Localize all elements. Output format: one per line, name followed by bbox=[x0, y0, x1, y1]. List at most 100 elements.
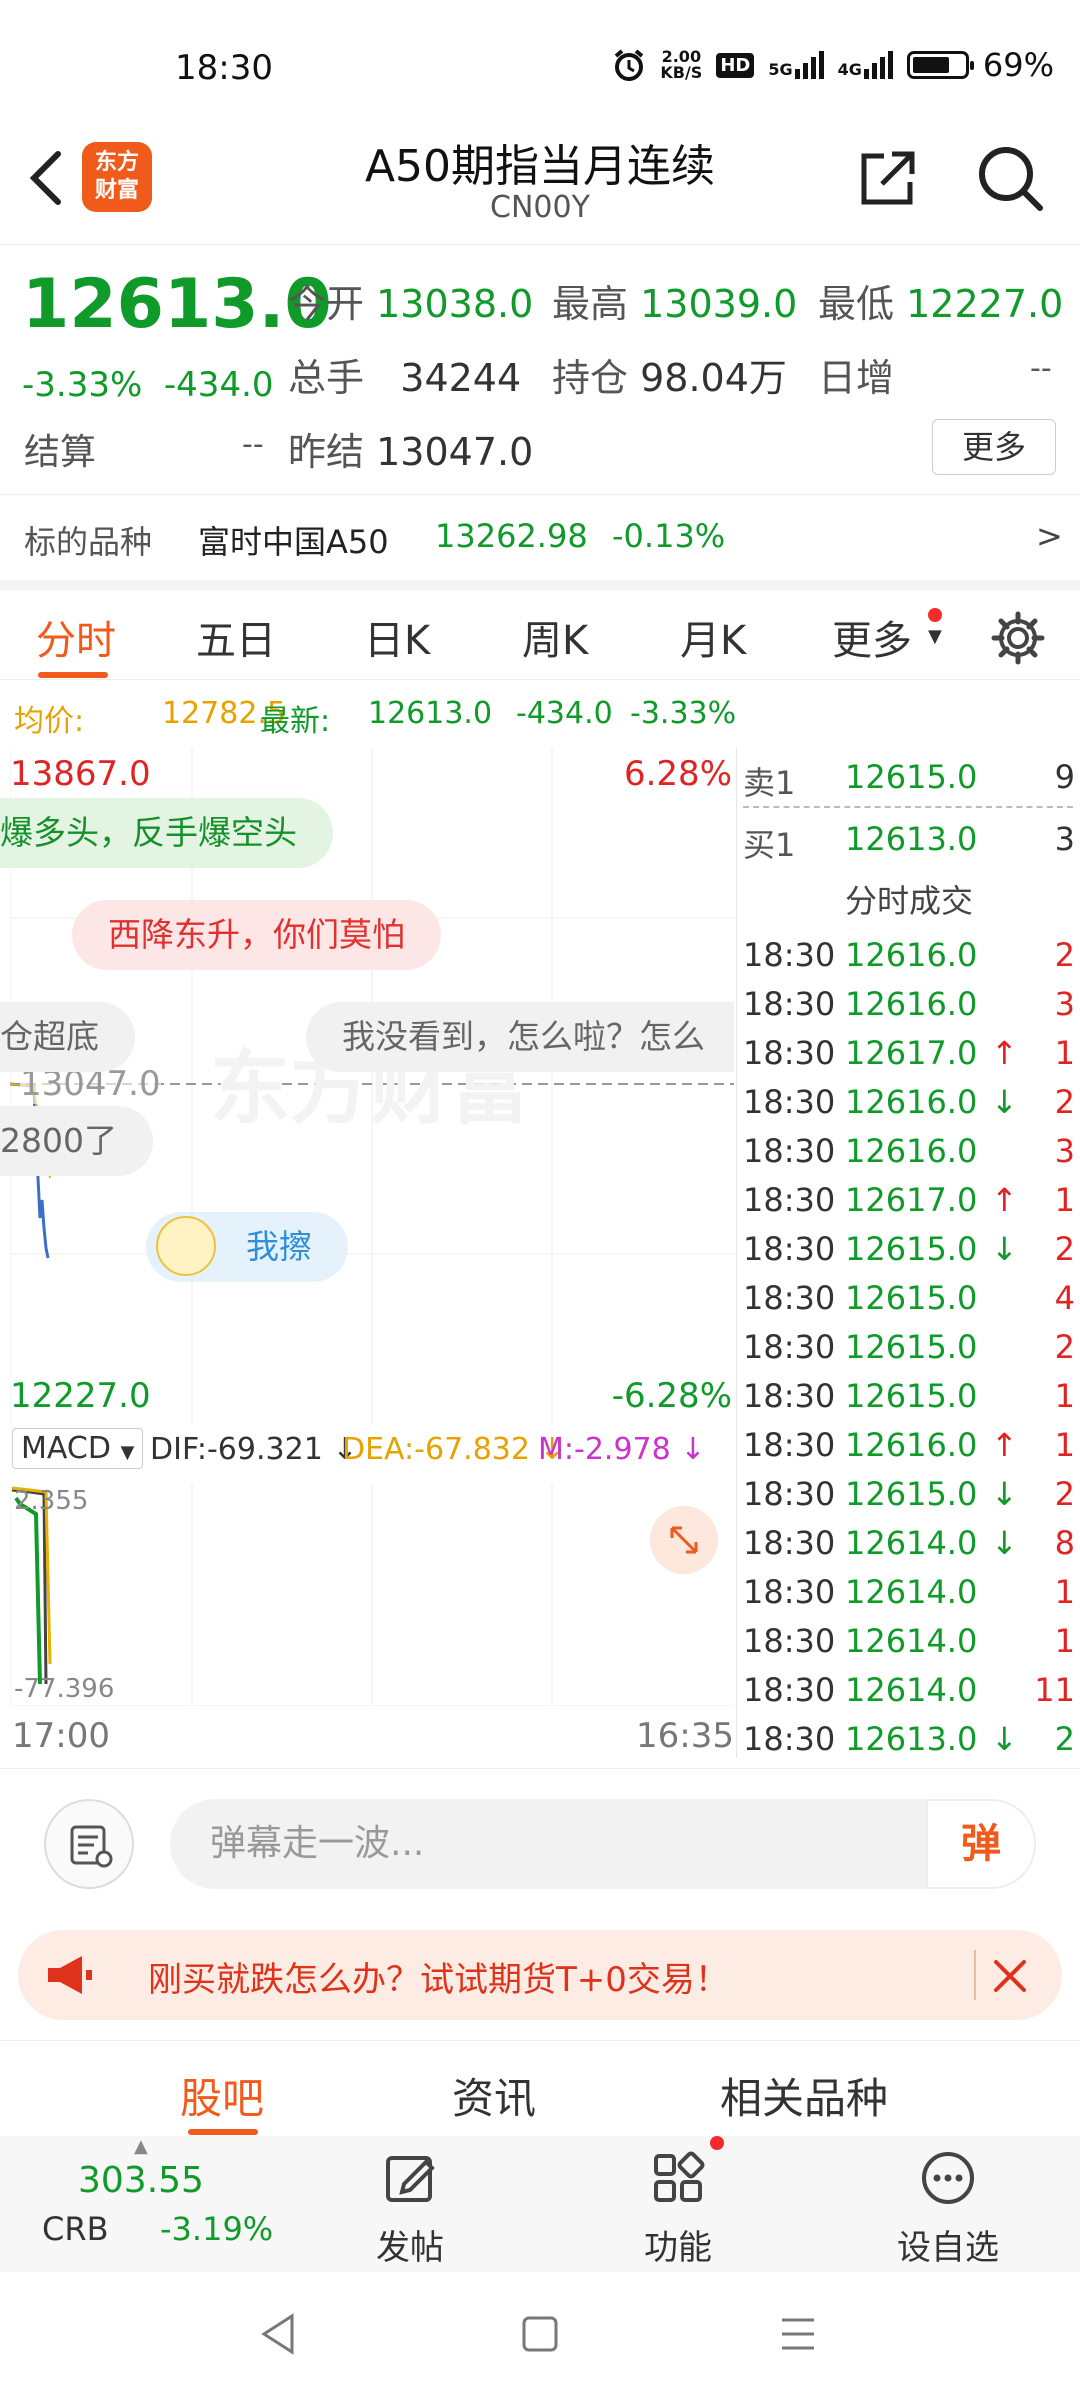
macd-bar: MACD ▼ DIF:-69.321 ↓ DEA:-67.832 ↓ M:-2.… bbox=[10, 1424, 734, 1482]
time-axis-end: 16:35 bbox=[636, 1716, 734, 1756]
header: 东方 财富 A50期指当月连续 CN00Y bbox=[0, 130, 1080, 242]
bottom-tab-underline bbox=[188, 2129, 258, 2135]
comment-bar: 弹幕走一波... 弹 bbox=[0, 1768, 1080, 1908]
share-icon[interactable] bbox=[856, 146, 920, 210]
signal-5g-icon: 5G bbox=[768, 51, 824, 79]
nav-menu-icon[interactable] bbox=[778, 2314, 818, 2354]
tab-daily-k[interactable]: 日K bbox=[364, 608, 430, 666]
m-value: M:-2.978 ↓ bbox=[538, 1432, 706, 1467]
battery-percent: 69% bbox=[982, 46, 1054, 84]
trade-row: 18:30 12615.0 ↓ 2 bbox=[743, 1230, 1075, 1268]
danmu-bubble[interactable]: 爆多头，反手爆空头 bbox=[0, 798, 333, 868]
tab-intraday[interactable]: 分时 bbox=[36, 608, 116, 666]
expand-icon[interactable] bbox=[650, 1506, 718, 1574]
status-time: 18:30 bbox=[175, 48, 273, 88]
dif-value: DIF:-69.321 ↓ bbox=[150, 1432, 358, 1467]
grid-icon bbox=[654, 2151, 705, 2202]
nav-home-icon[interactable] bbox=[520, 2314, 560, 2354]
trade-row: 18:30 12615.0 2 bbox=[743, 1328, 1075, 1366]
danmu-input[interactable]: 弹幕走一波... bbox=[170, 1799, 1036, 1889]
notification-dot bbox=[928, 608, 942, 622]
last-price: 12613.0 bbox=[22, 265, 332, 344]
trade-row: 18:30 12616.0 ↓ 2 bbox=[743, 1083, 1075, 1121]
axis-high-pct: 6.28% bbox=[623, 754, 732, 794]
axis-low-pct: -6.28% bbox=[611, 1376, 732, 1416]
post-button[interactable]: 发帖 bbox=[350, 2136, 470, 2272]
trade-row: 18:30 12615.0 1 bbox=[743, 1377, 1075, 1415]
trade-row: 18:30 12616.0 ↑ 1 bbox=[743, 1426, 1075, 1464]
nav-back-icon[interactable] bbox=[258, 2312, 298, 2356]
open-interest-field: 持仓 98.04万 bbox=[552, 356, 787, 400]
bottom-toolbar: ▲ 303.55 CRB -3.19% 发帖 功能 设自选 bbox=[0, 2136, 1080, 2272]
crb-index[interactable]: ▲ 303.55 CRB -3.19% bbox=[30, 2136, 280, 2272]
add-watchlist-button[interactable]: 设自选 bbox=[878, 2136, 1018, 2272]
system-nav-bar bbox=[0, 2272, 1080, 2400]
send-danmu-button[interactable]: 弹 bbox=[926, 1799, 1036, 1889]
tab-related[interactable]: 相关品种 bbox=[720, 2065, 888, 2126]
megaphone-icon bbox=[48, 1956, 92, 1994]
high-field: 最高 13039.0 bbox=[552, 282, 798, 326]
dea-value: DEA:-67.832 ↓ bbox=[342, 1432, 565, 1467]
note-icon[interactable] bbox=[44, 1799, 134, 1889]
axis-low-price: 12227.0 bbox=[10, 1376, 151, 1416]
trade-row: 18:30 12614.0 1 bbox=[743, 1622, 1075, 1660]
tab-forum[interactable]: 股吧 bbox=[180, 2065, 264, 2126]
user-avatar bbox=[156, 1216, 216, 1276]
low-field: 最低 12227.0 bbox=[818, 282, 1064, 326]
status-bar: 18:30 2.00 KB/S HD 5G 4G 69% bbox=[0, 0, 1080, 130]
more-quote-button[interactable]: 更多 bbox=[932, 419, 1056, 475]
close-icon[interactable] bbox=[990, 1956, 1030, 1996]
chevron-right-icon: > bbox=[1036, 517, 1063, 555]
trades-title: 分时成交 bbox=[844, 882, 973, 920]
danmu-bubble[interactable]: 仓超底 bbox=[0, 1002, 135, 1072]
danmu-bubble[interactable]: 我没看到，怎么啦？怎么 bbox=[306, 1002, 734, 1072]
quote-panel: 12613.0 -3.33% -434.0 结算 -- 今开 13038.0 最… bbox=[0, 244, 1080, 494]
latest-change-pct: -3.33% bbox=[630, 696, 737, 731]
volume-field: 总手 34244 bbox=[288, 356, 522, 400]
alarm-icon bbox=[615, 49, 644, 81]
underlying-row[interactable]: 标的品种 富时中国A50 13262.98 -0.13% > bbox=[0, 494, 1080, 578]
average-price-line: 均价: 12782.5 最新: 12613.0 -434.0 -3.33% bbox=[0, 690, 740, 740]
hd-icon: HD bbox=[716, 52, 755, 78]
bottom-tabs: 股吧 资讯 相关品种 bbox=[0, 2040, 1080, 2140]
macd-chart[interactable]: 2.355 -77.396 bbox=[10, 1484, 734, 1706]
latest-label: 最新: bbox=[260, 704, 331, 739]
tab-weekly-k[interactable]: 周K bbox=[522, 608, 588, 666]
trade-row: 18:30 12616.0 3 bbox=[743, 985, 1075, 1023]
chart-tabs: 分时 五日 日K 周K 月K 更多 ▼ bbox=[0, 580, 1080, 680]
underlying-price: 13262.98 bbox=[435, 517, 588, 555]
edit-icon bbox=[386, 2156, 435, 2202]
danmu-bubble[interactable]: 2800了 bbox=[0, 1106, 153, 1176]
functions-button[interactable]: 功能 bbox=[618, 2136, 738, 2272]
settle-value: -- bbox=[242, 427, 264, 462]
m-line bbox=[14, 1496, 42, 1685]
trade-row: 18:30 12614.0 11 bbox=[743, 1671, 1075, 1709]
latest-change: -434.0 bbox=[516, 696, 613, 731]
latest-value: 12613.0 bbox=[368, 696, 493, 731]
underlying-label: 标的品种 bbox=[24, 523, 153, 561]
trade-row: 18:30 12617.0 ↑ 1 bbox=[743, 1181, 1075, 1219]
trade-row: 18:30 12615.0 4 bbox=[743, 1279, 1075, 1317]
more-circle-icon bbox=[922, 2152, 974, 2204]
trade-row: 18:30 12614.0 ↓ 8 bbox=[743, 1524, 1075, 1562]
danmu-bubble[interactable]: 西降东升，你们莫怕 bbox=[72, 900, 441, 970]
tab-more[interactable]: 更多 bbox=[832, 608, 912, 666]
promo-banner[interactable]: 刚买就跌怎么办？试试期货T+0交易！ bbox=[18, 1930, 1062, 2020]
gear-icon[interactable] bbox=[990, 610, 1046, 666]
prev-settle-field: 昨结 13047.0 bbox=[288, 430, 534, 474]
tab-monthly-k[interactable]: 月K bbox=[680, 608, 746, 666]
trade-row: 18:30 12616.0 2 bbox=[743, 936, 1075, 974]
underlying-name: 富时中国A50 bbox=[198, 523, 389, 561]
tab-five-day[interactable]: 五日 bbox=[196, 608, 276, 666]
caret-down-icon: ▼ bbox=[928, 626, 942, 647]
trade-row: 18:30 12617.0 ↑ 1 bbox=[743, 1034, 1075, 1072]
axis-high-price: 13867.0 bbox=[10, 754, 151, 794]
intraday-chart[interactable]: 东方财富 13867.0 6.28% 13047.0 12227.0 -6.28… bbox=[0, 748, 734, 1424]
avg-label: 均价: bbox=[14, 704, 85, 739]
promo-text: 刚买就跌怎么办？试试期货T+0交易！ bbox=[148, 1960, 729, 2000]
price-change: -3.33% -434.0 bbox=[22, 365, 274, 405]
indicator-select[interactable]: MACD ▼ bbox=[12, 1428, 144, 1469]
tab-underline bbox=[38, 672, 108, 678]
search-icon[interactable] bbox=[974, 142, 1046, 214]
tab-news[interactable]: 资讯 bbox=[452, 2065, 536, 2126]
